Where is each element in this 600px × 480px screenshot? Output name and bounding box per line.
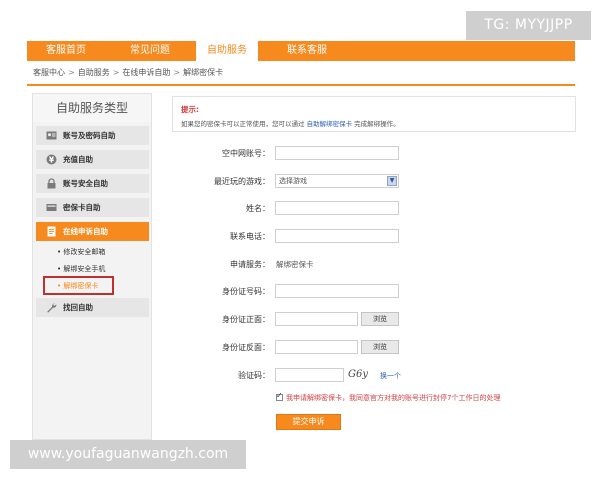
id-number-label: 身份证号码： xyxy=(222,287,270,296)
tg-watermark: TG: MYYJJPP xyxy=(466,11,591,40)
chevron-down-icon[interactable]: ▼ xyxy=(387,176,397,186)
captcha-label: 验证码： xyxy=(238,371,270,380)
name-label: 姓名： xyxy=(246,204,270,213)
lock-icon xyxy=(47,178,56,189)
notice-title: 提示: xyxy=(181,105,199,114)
submit-appeal-button[interactable]: 提交申诉 xyxy=(276,414,341,430)
highlight-box xyxy=(43,276,114,295)
notice-text-after: 完成解绑操作。 xyxy=(354,120,400,128)
breadcrumb-item[interactable]: 在线申诉自助 xyxy=(122,68,170,77)
agreement-checkbox[interactable] xyxy=(276,391,283,401)
header-divider xyxy=(27,84,575,86)
sidebar-item-online-appeal[interactable]: 在线申诉自助 xyxy=(36,222,149,241)
id-front-label: 身份证正面： xyxy=(222,315,270,324)
phone-input[interactable] xyxy=(275,229,399,243)
tab-faq[interactable]: 常见问题 xyxy=(111,41,189,61)
sidebar-item-label: 充值自助 xyxy=(63,155,93,164)
sidebar-subitem-change-email[interactable]: • 修改安全邮箱 xyxy=(57,247,105,257)
id-front-input[interactable] xyxy=(275,312,358,326)
notice-box: 提示: 如果您的密保卡可以正常使用，您可以通过 自助解绑密保卡 完成解绑操作。 xyxy=(172,96,576,132)
sidebar-item-label: 账号及密码自助 xyxy=(63,131,116,140)
sidebar: 自助服务类型 账号及密码自助 ¥ 充值自助 账号安全自助 密保卡自助 在线申诉自… xyxy=(32,93,152,440)
captcha-image: G6y xyxy=(348,369,368,380)
tab-self-service[interactable]: 自助服务 xyxy=(196,40,258,62)
game-select-value: 选择游戏 xyxy=(279,177,307,185)
sidebar-item-security-card[interactable]: 密保卡自助 xyxy=(36,198,149,217)
sidebar-item-label: 在线申诉自助 xyxy=(63,227,108,236)
yen-coin-icon: ¥ xyxy=(46,154,57,165)
game-select[interactable]: 选择游戏 ▼ xyxy=(275,174,399,188)
sidebar-item-recovery[interactable]: 找回自助 xyxy=(36,298,149,317)
service-value: 解绑密保卡 xyxy=(276,260,314,269)
service-label: 申请服务： xyxy=(230,260,270,269)
notice-text-before: 如果您的密保卡可以正常使用，您可以通过 xyxy=(181,120,305,128)
top-nav: 客服首页 常见问题 自助服务 联系客服 xyxy=(27,40,575,62)
breadcrumb-separator: > xyxy=(112,68,120,77)
url-watermark: www.youfaguanwangzh.com xyxy=(10,440,246,469)
tab-contact-service[interactable]: 联系客服 xyxy=(265,41,349,61)
breadcrumb-item[interactable]: 自助服务 xyxy=(78,68,110,77)
phone-label: 联系电话： xyxy=(230,232,270,241)
notice-text: 如果您的密保卡可以正常使用，您可以通过 自助解绑密保卡 完成解绑操作。 xyxy=(181,118,400,128)
breadcrumb-current: 解绑密保卡 xyxy=(183,68,224,77)
captcha-input[interactable] xyxy=(275,368,344,382)
document-icon xyxy=(47,226,56,237)
breadcrumb: 客服中心 > 自助服务 > 在线申诉自助 > 解绑密保卡 xyxy=(33,67,223,78)
sidebar-item-recharge[interactable]: ¥ 充值自助 xyxy=(36,150,149,169)
game-label: 最近玩的游戏： xyxy=(214,177,270,186)
sidebar-item-account-password[interactable]: 账号及密码自助 xyxy=(36,126,149,145)
account-input[interactable] xyxy=(275,146,399,160)
id-back-label: 身份证反面： xyxy=(222,343,270,352)
breadcrumb-separator: > xyxy=(173,68,181,77)
account-label: 空中网账号： xyxy=(222,149,270,158)
breadcrumb-separator: > xyxy=(68,68,75,77)
agreement-text: 我申请解绑密保卡，我同意官方对我的账号进行封停7个工作日的处理 xyxy=(286,394,501,402)
self-unbind-link[interactable]: 自助解绑密保卡 xyxy=(307,120,353,128)
id-number-input[interactable] xyxy=(275,284,399,298)
sidebar-item-label: 密保卡自助 xyxy=(63,203,101,212)
card-icon xyxy=(46,204,57,211)
name-input[interactable] xyxy=(275,201,399,215)
sidebar-subitem-unbind-phone[interactable]: • 解绑安全手机 xyxy=(57,264,105,274)
tab-service-home[interactable]: 客服首页 xyxy=(27,41,105,61)
breadcrumb-item[interactable]: 客服中心 xyxy=(33,68,65,77)
wrench-icon xyxy=(47,303,57,313)
sidebar-title: 自助服务类型 xyxy=(33,94,151,122)
sidebar-item-account-security[interactable]: 账号安全自助 xyxy=(36,174,149,193)
agreement-row: 我申请解绑密保卡，我同意官方对我的账号进行封停7个工作日的处理 xyxy=(276,391,501,403)
svg-text:¥: ¥ xyxy=(49,155,55,164)
id-back-browse-button[interactable]: 浏览 xyxy=(361,340,399,354)
captcha-refresh-link[interactable]: 换一个 xyxy=(380,371,401,381)
id-back-input[interactable] xyxy=(275,340,358,354)
sidebar-item-label: 账号安全自助 xyxy=(63,179,108,188)
id-front-browse-button[interactable]: 浏览 xyxy=(361,312,399,326)
sidebar-item-label: 找回自助 xyxy=(63,303,93,312)
account-icon xyxy=(46,131,57,140)
